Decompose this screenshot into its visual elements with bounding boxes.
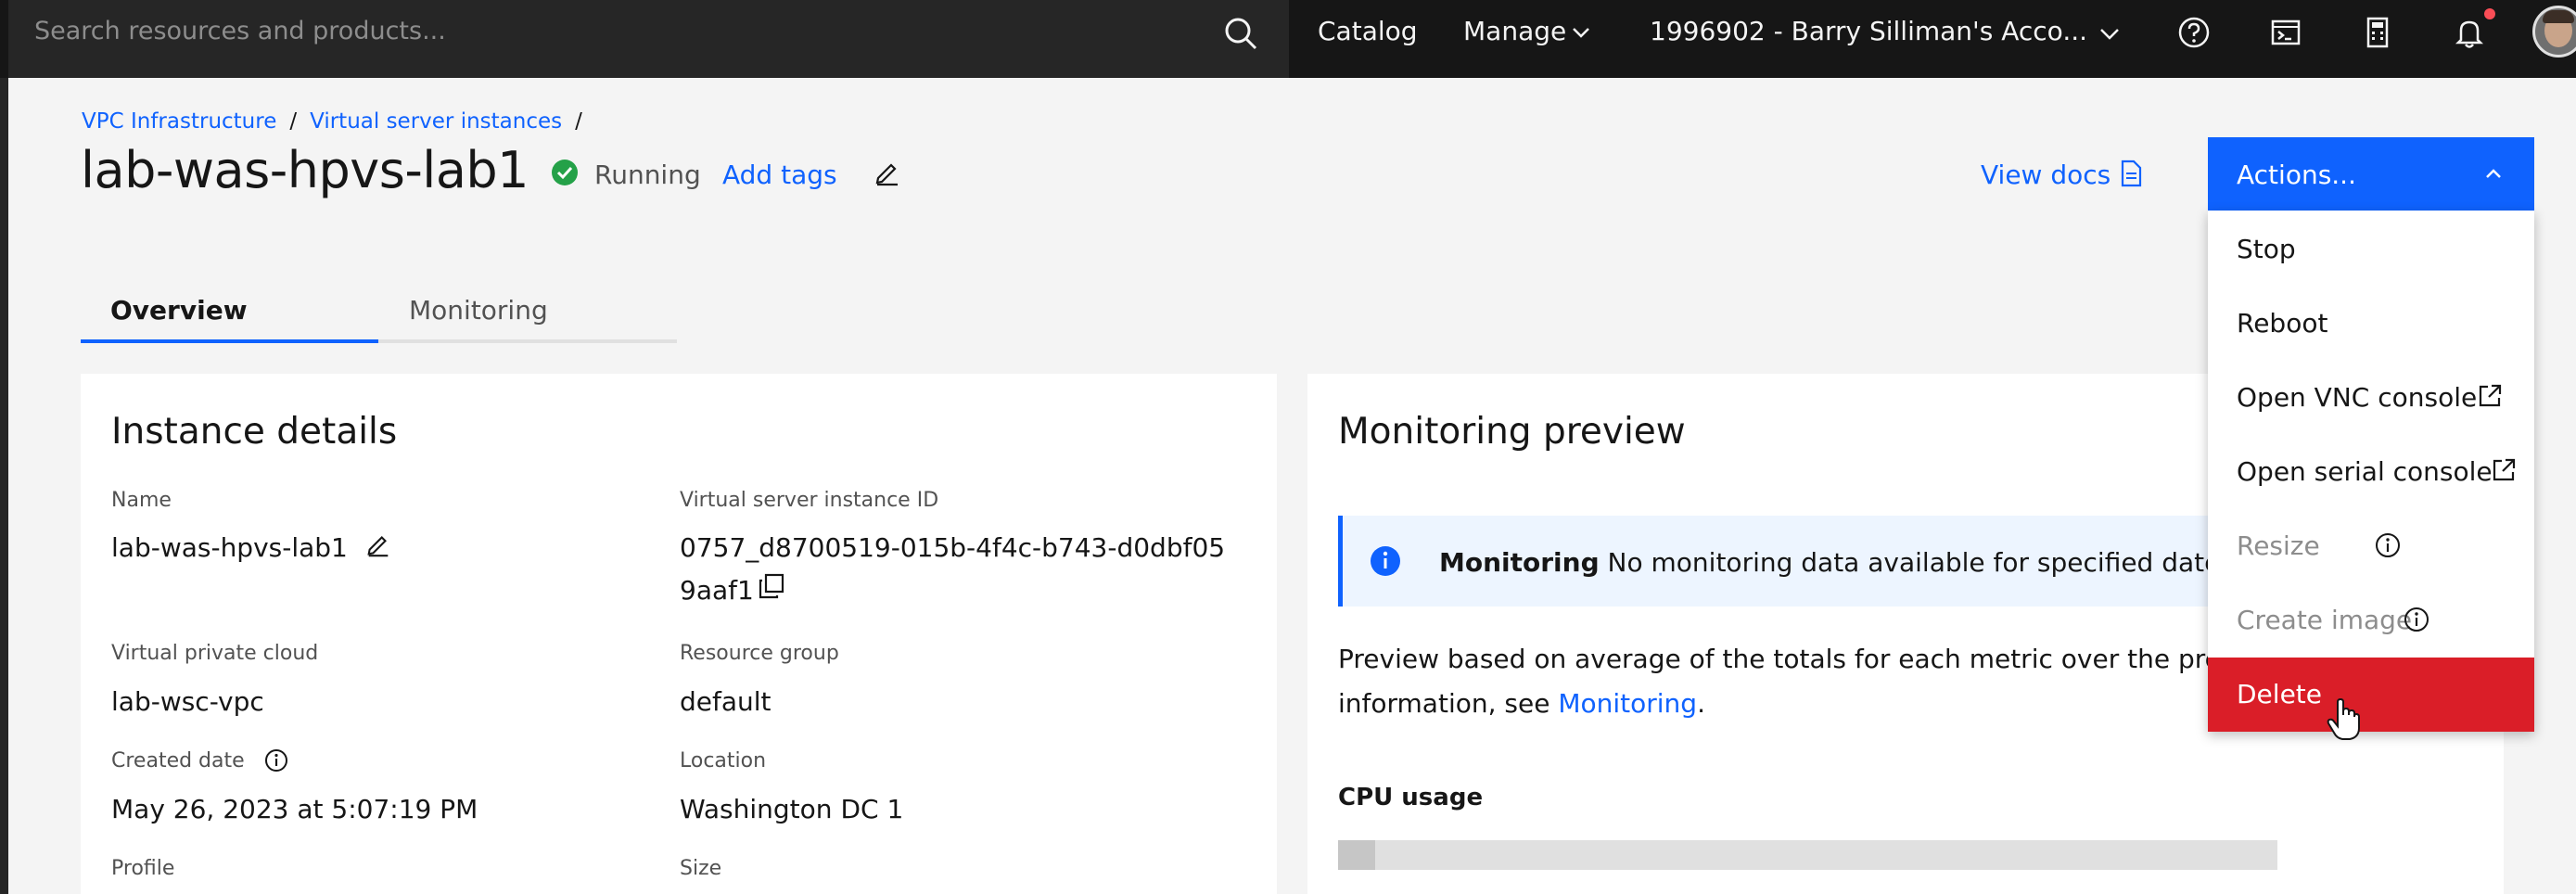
chevron-down-icon[interactable] bbox=[1569, 20, 1593, 45]
add-tags-link[interactable]: Add tags bbox=[722, 160, 837, 190]
monitoring-link[interactable]: Monitoring bbox=[1558, 688, 1697, 719]
created-date-value: May 26, 2023 at 5:07:19 PM bbox=[111, 794, 478, 824]
status-text: Running bbox=[594, 160, 701, 190]
name-label: Name bbox=[111, 489, 172, 512]
notification-title: Monitoring bbox=[1439, 547, 1600, 578]
chevron-down-icon[interactable] bbox=[2096, 20, 2123, 48]
preview-text-end: . bbox=[1697, 688, 1705, 719]
cpu-usage-skeleton bbox=[1338, 840, 2277, 870]
view-docs-link[interactable]: View docs bbox=[1981, 160, 2111, 190]
avatar[interactable] bbox=[2532, 6, 2576, 57]
resource-group-label: Resource group bbox=[680, 642, 839, 665]
preview-text: information, see bbox=[1338, 688, 1559, 719]
actions-button-label[interactable]: Actions... bbox=[2237, 160, 2356, 190]
menu-item-open-serial-console[interactable]: Open serial console bbox=[2237, 456, 2493, 487]
profile-label: Profile bbox=[111, 857, 175, 880]
nav-manage[interactable]: Manage bbox=[1463, 16, 1566, 46]
location-label: Location bbox=[680, 749, 767, 773]
preview-description: Preview based on average of the totals f… bbox=[1338, 644, 2315, 674]
notification-text: Monitoring No monitoring data available … bbox=[1439, 547, 2303, 578]
search-input[interactable]: Search resources and products... bbox=[34, 17, 446, 45]
menu-item-resize[interactable]: Resize bbox=[2237, 530, 2320, 561]
cpu-usage-skeleton-segment bbox=[1338, 840, 1375, 870]
monitoring-preview-title: Monitoring preview bbox=[1338, 411, 1686, 453]
breadcrumb-vpc-infrastructure[interactable]: VPC Infrastructure bbox=[82, 109, 276, 134]
name-value: lab-was-hpvs-lab1 bbox=[111, 532, 348, 563]
instance-details-title: Instance details bbox=[111, 411, 398, 453]
info-filled-icon bbox=[1371, 546, 1400, 576]
page-title: lab-was-hpvs-lab1 bbox=[81, 141, 529, 199]
info-icon[interactable] bbox=[2403, 606, 2430, 633]
breadcrumb: VPC Infrastructure / Virtual server instan… bbox=[82, 109, 595, 134]
resource-group-value: default bbox=[680, 686, 772, 717]
tab-overview[interactable]: Overview bbox=[110, 295, 248, 326]
instance-id-value: 0757_d8700519-015b-4f4c-b743-d0dbf05 bbox=[680, 532, 1226, 563]
breadcrumb-separator: / bbox=[575, 109, 582, 134]
edit-icon[interactable] bbox=[364, 530, 392, 558]
tab-active-indicator bbox=[81, 339, 378, 343]
instance-id-label: Virtual server instance ID bbox=[680, 489, 939, 512]
cloud-shell-icon[interactable] bbox=[2267, 14, 2304, 51]
notification-body: No monitoring data available for specifi… bbox=[1607, 547, 2303, 578]
breadcrumb-virtual-server-instances[interactable]: Virtual server instances bbox=[310, 109, 562, 134]
size-label: Size bbox=[680, 857, 722, 880]
tab-monitoring[interactable]: Monitoring bbox=[409, 295, 548, 326]
menu-item-stop[interactable]: Stop bbox=[2237, 234, 2296, 264]
cpu-usage-label: CPU usage bbox=[1338, 784, 1484, 811]
menu-item-delete[interactable]: Delete bbox=[2237, 679, 2322, 709]
search-icon[interactable] bbox=[1220, 13, 1261, 54]
launch-icon[interactable] bbox=[2490, 456, 2518, 484]
nav-catalog[interactable]: Catalog bbox=[1318, 16, 1418, 46]
vpc-link[interactable]: lab-wsc-vpc bbox=[111, 686, 264, 717]
avatar-hair bbox=[2543, 10, 2574, 23]
chevron-up-icon[interactable] bbox=[2480, 160, 2507, 187]
created-date-label: Created date bbox=[111, 749, 245, 773]
notification-icon[interactable] bbox=[2451, 14, 2488, 51]
vpc-label: Virtual private cloud bbox=[111, 642, 319, 665]
menu-item-reboot[interactable]: Reboot bbox=[2237, 308, 2327, 338]
document-icon[interactable] bbox=[2118, 160, 2144, 187]
info-icon[interactable] bbox=[2374, 531, 2402, 559]
preview-description-continued: information, see Monitoring. bbox=[1338, 688, 1705, 719]
menu-item-create-image[interactable]: Create image bbox=[2237, 605, 2412, 635]
account-switcher[interactable]: 1996902 - Barry Silliman's Acco... bbox=[1650, 16, 2087, 46]
hand-cursor-icon bbox=[2327, 698, 2360, 740]
copy-icon[interactable] bbox=[757, 571, 786, 601]
launch-icon[interactable] bbox=[2476, 382, 2504, 410]
info-icon[interactable] bbox=[263, 747, 289, 773]
location-value: Washington DC 1 bbox=[680, 794, 904, 824]
breadcrumb-separator: / bbox=[289, 109, 298, 134]
instance-id-value-continued: 9aaf1 bbox=[680, 575, 754, 606]
cost-estimator-icon[interactable] bbox=[2359, 14, 2396, 51]
checkmark-filled-icon bbox=[552, 160, 578, 185]
help-icon[interactable] bbox=[2175, 14, 2213, 51]
notification-badge bbox=[2484, 8, 2495, 19]
menu-item-open-vnc-console[interactable]: Open VNC console bbox=[2237, 382, 2477, 413]
edit-icon[interactable] bbox=[873, 158, 902, 187]
left-edge bbox=[0, 78, 8, 894]
